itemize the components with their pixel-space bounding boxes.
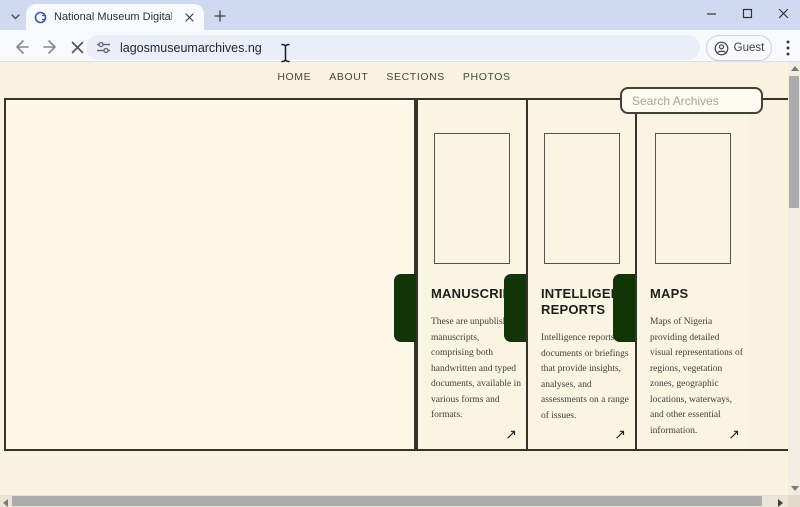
card-image-placeholder [544, 133, 620, 264]
horizontal-scrollbar-thumb[interactable] [12, 496, 762, 506]
card-accent-tab [613, 274, 635, 342]
external-link-arrow-icon[interactable]: ↗ [728, 427, 740, 441]
site-favicon-icon [34, 11, 47, 24]
tab-title: National Museum Digital Archi [54, 11, 172, 23]
nav-link-home[interactable]: HOME [277, 71, 311, 83]
external-link-arrow-icon[interactable]: ↗ [505, 427, 517, 441]
vertical-scrollbar-thumb[interactable] [789, 76, 799, 208]
stop-loading-icon[interactable] [68, 38, 86, 56]
card-accent-tab [504, 274, 526, 342]
browser-tab[interactable]: National Museum Digital Archi [26, 4, 204, 30]
search-input[interactable] [620, 87, 763, 114]
card-accent-tab [394, 274, 416, 342]
address-bar[interactable]: lagosmuseumarchives.ng [86, 35, 700, 60]
scroll-left-arrow-icon[interactable] [3, 499, 8, 507]
card-description: Maps of Nigeria providing detailed visua… [650, 315, 744, 439]
scroll-down-arrow-icon[interactable] [791, 486, 799, 491]
new-tab-button[interactable] [212, 8, 227, 23]
forward-button[interactable] [42, 38, 60, 56]
scrollbar-corner [788, 495, 800, 507]
text-cursor [279, 43, 292, 68]
external-link-arrow-icon[interactable]: ↗ [614, 427, 626, 441]
tab-close-icon[interactable] [182, 10, 196, 24]
vertical-scrollbar[interactable] [788, 62, 800, 495]
card-image-placeholder [434, 133, 510, 264]
tab-strip: National Museum Digital Archi [0, 0, 800, 30]
browser-window: National Museum Digital Archi [0, 0, 800, 507]
nav-link-photos[interactable]: PHOTOS [463, 71, 511, 83]
scroll-right-arrow-icon[interactable] [778, 499, 783, 507]
tab-search-chevron-icon[interactable] [8, 9, 22, 23]
scroll-up-arrow-icon[interactable] [791, 66, 799, 71]
card-description: Intelligence reports are documents or br… [541, 331, 630, 424]
url-text: lagosmuseumarchives.ng [120, 41, 262, 55]
site-settings-icon[interactable] [96, 41, 111, 54]
profile-label: Guest [734, 42, 765, 54]
window-controls [704, 6, 790, 20]
avatar-icon [714, 41, 729, 56]
card-maps[interactable]: MAPS Maps of Nigeria providing detailed … [635, 98, 751, 451]
horizontal-scrollbar[interactable] [0, 495, 788, 507]
card-title: MAPS [650, 286, 744, 302]
back-button[interactable] [12, 38, 30, 56]
browser-menu-icon[interactable] [782, 39, 794, 57]
content-panel-empty [4, 98, 416, 451]
window-close-button[interactable] [776, 6, 790, 20]
site-nav: HOME ABOUT SECTIONS PHOTOS [0, 71, 788, 83]
minimize-button[interactable] [704, 6, 718, 20]
nav-link-about[interactable]: ABOUT [329, 71, 368, 83]
panel-border-extension [749, 98, 789, 451]
card-image-placeholder [655, 133, 731, 264]
maximize-button[interactable] [740, 6, 754, 20]
nav-link-sections[interactable]: SECTIONS [386, 71, 444, 83]
web-page: HOME ABOUT SECTIONS PHOTOS MANUSCRIPTS T… [0, 62, 800, 507]
profile-button[interactable]: Guest [706, 35, 772, 61]
